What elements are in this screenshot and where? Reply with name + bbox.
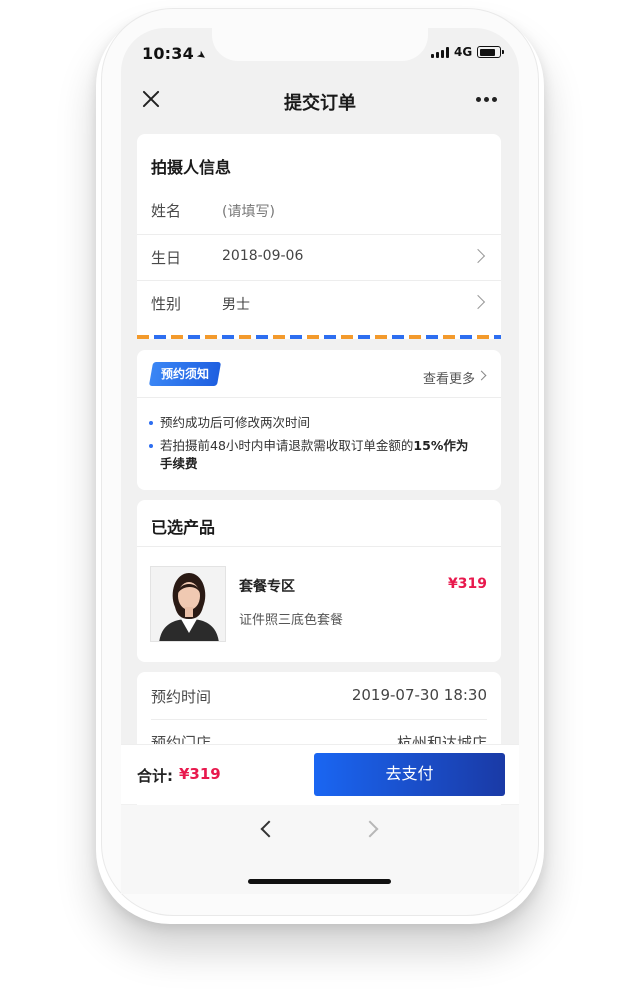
view-more-link[interactable]: 查看更多 [423, 368, 475, 387]
page-title: 提交订单 [284, 93, 356, 114]
chevron-right-icon[interactable] [476, 370, 487, 381]
product-price: ¥319 [448, 576, 487, 592]
birthday-label: 生日 [151, 249, 182, 267]
device-notch [212, 28, 428, 61]
name-field[interactable]: (请填写) [222, 201, 275, 221]
more-dots-icon[interactable] [476, 97, 497, 102]
notice-list: 预约成功后可修改两次时间 若拍摄前48小时内申请退款需收取订单金额的15%作为手… [149, 414, 485, 478]
product-description: 证件照三底色套餐 [239, 613, 344, 628]
booking-time-label: 预约时间 [151, 688, 212, 706]
selected-product-card: 已选产品 套餐专区 ¥319 证件照三底色套餐 [137, 500, 501, 662]
birthday-row[interactable]: 生日 2018-09-06 [137, 234, 501, 280]
birthday-value: 2018-09-06 [222, 248, 304, 264]
total-value: ¥319 [179, 765, 221, 783]
notice-badge: 预约须知 [148, 362, 222, 386]
status-indicators: 4G [431, 45, 505, 59]
divider [137, 546, 501, 547]
close-icon[interactable] [140, 88, 162, 110]
status-time: 10:34➤ [142, 44, 210, 64]
divider [137, 397, 501, 398]
product-name: 套餐专区 [239, 579, 295, 595]
airmail-stripe [137, 335, 501, 339]
notice-item: 若拍摄前48小时内申请退款需收取订单金额的15%作为 手续费 [149, 437, 485, 473]
network-type: 4G [454, 45, 473, 59]
gender-label: 性别 [151, 295, 182, 313]
gender-row[interactable]: 性别 男士 [137, 280, 501, 326]
divider [151, 719, 487, 720]
gender-value: 男士 [222, 297, 250, 313]
booking-notice-card: 预约须知 查看更多 预约成功后可修改两次时间 若拍摄前48小时内申请退款需收取订… [137, 350, 501, 490]
signal-icon [431, 46, 449, 58]
section-title: 拍摄人信息 [151, 158, 232, 177]
booking-time-value: 2019-07-30 18:30 [351, 686, 487, 704]
notice-item: 预约成功后可修改两次时间 [149, 414, 485, 432]
battery-icon [477, 46, 505, 58]
chevron-right-icon [470, 294, 486, 310]
name-row[interactable]: 姓名 (请填写) [137, 187, 501, 233]
home-indicator[interactable] [248, 879, 391, 884]
chevron-right-icon [470, 248, 486, 264]
total-label: 合计: [137, 767, 173, 785]
pay-button[interactable]: 去支付 [314, 753, 505, 796]
name-label: 姓名 [151, 202, 182, 220]
photographer-info-card: 拍摄人信息 姓名 (请填写) 生日 2018-09-06 性别 男士 [137, 134, 501, 339]
section-title: 已选产品 [151, 518, 216, 537]
product-photo [150, 566, 226, 642]
